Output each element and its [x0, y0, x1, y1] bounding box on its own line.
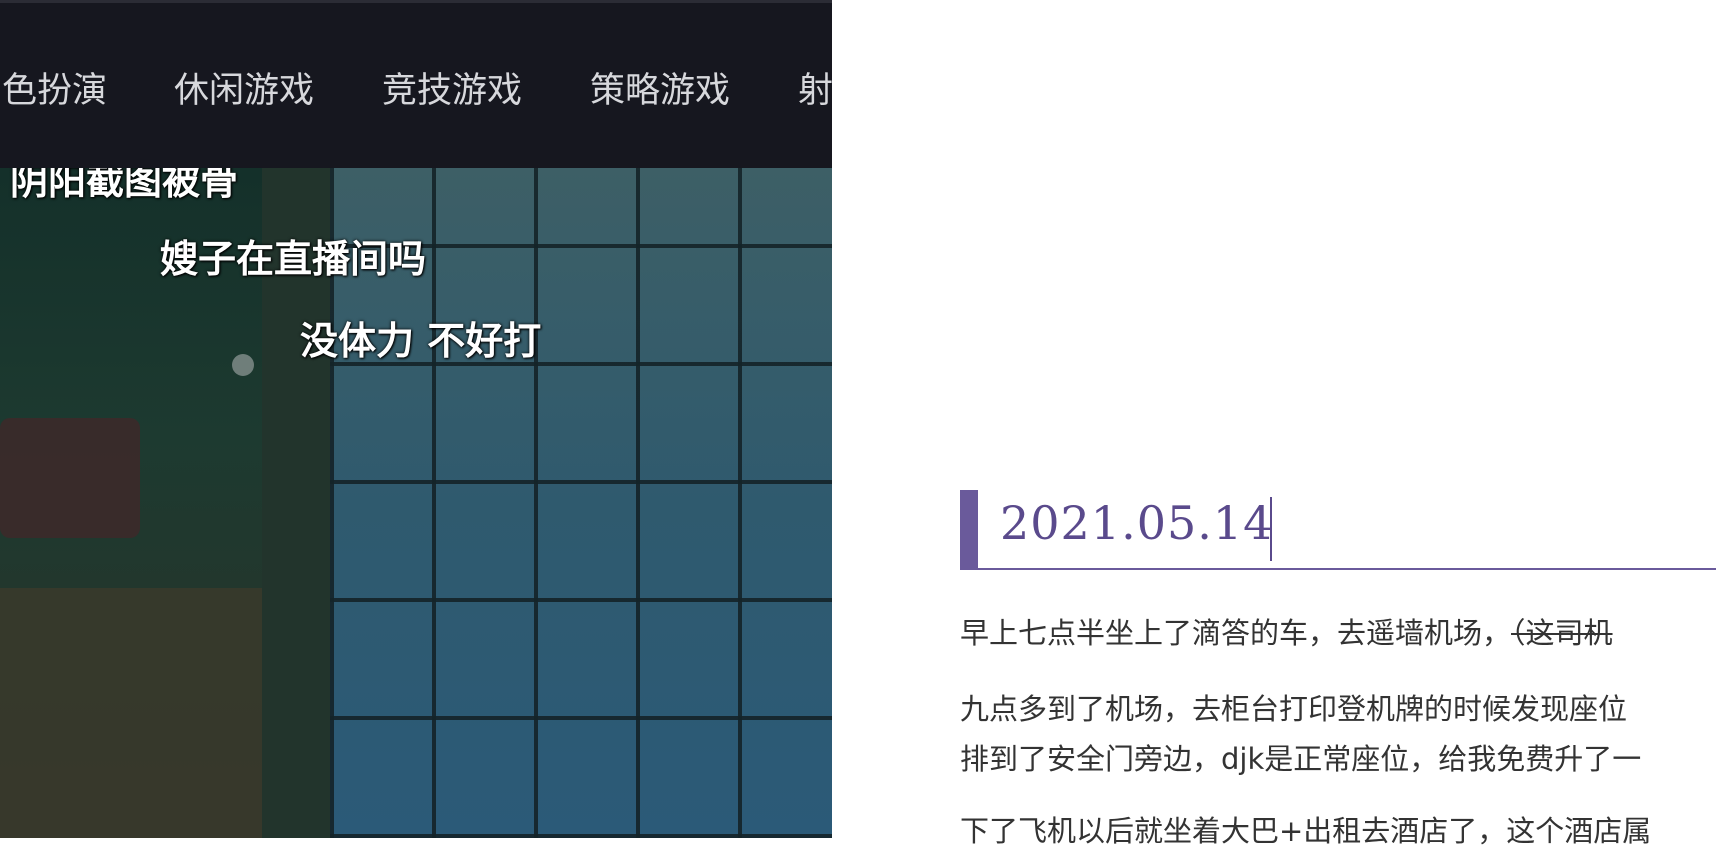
danmaku-comment: 嫂子在直播间吗: [160, 237, 427, 281]
date-accent-bar: [960, 490, 978, 570]
floor: [0, 588, 300, 838]
text-cursor: [1270, 497, 1272, 561]
chair: [0, 418, 140, 538]
category-nav: 色扮演 休闲游戏 竞技游戏 策略游戏 射: [0, 0, 832, 168]
paragraph-1-text: 早上七点半坐上了滴答的车，去遥墙机场，: [960, 616, 1512, 650]
left-panel: 阴阳截图被骨 嫂子在直播间吗 没体力 不好打 色扮演 休闲游戏 竞技游戏 策略游…: [0, 0, 832, 838]
paragraph-2-line-2[interactable]: 排到了安全门旁边，djk是正常座位，给我免费升了一: [960, 736, 1641, 778]
post-date[interactable]: 2021.05.14: [1000, 496, 1273, 550]
wall-lamp: [232, 354, 254, 376]
nav-item-shooter-games[interactable]: 射: [798, 62, 832, 113]
nav-item-role-play[interactable]: 色扮演: [2, 62, 107, 113]
paragraph-3-line-1[interactable]: 下了飞机以后就坐着大巴+出租去酒店了，这个酒店属: [960, 808, 1651, 850]
nav-item-competitive-games[interactable]: 竞技游戏: [382, 62, 522, 113]
post-date-heading: 2021.05.14: [960, 490, 1716, 570]
nav-item-strategy-games[interactable]: 策略游戏: [590, 62, 730, 113]
nav-top-border: [0, 0, 832, 3]
nav-item-casual-games[interactable]: 休闲游戏: [174, 62, 314, 113]
paragraph-2-line-1[interactable]: 九点多到了机场，去柜台打印登机牌的时候发现座位: [960, 686, 1627, 728]
date-underline: [978, 568, 1716, 570]
paragraph-1[interactable]: 早上七点半坐上了滴答的车，去遥墙机场，（这司机: [960, 610, 1613, 652]
danmaku-comment: 没体力 不好打: [300, 319, 542, 363]
paragraph-1-strikethrough: （这司机: [1511, 616, 1613, 650]
